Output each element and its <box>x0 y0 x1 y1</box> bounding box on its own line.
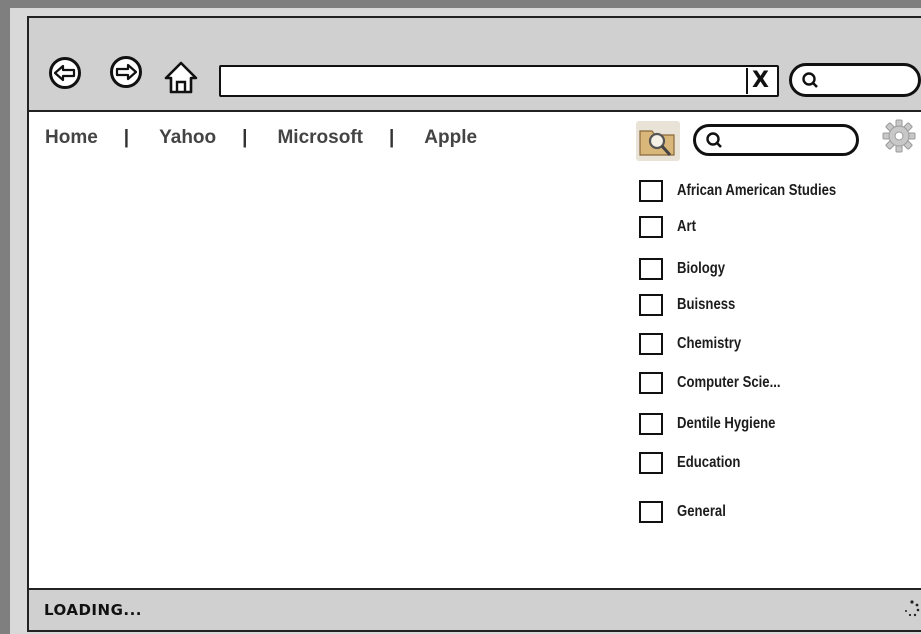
status-bar: LOADING... <box>29 588 921 630</box>
address-bar[interactable]: X <box>219 65 779 97</box>
nav-separator: | <box>123 127 130 148</box>
back-button[interactable] <box>49 57 81 89</box>
category-label: African American Studies <box>677 182 837 199</box>
search-icon <box>802 72 818 88</box>
category-label: Education <box>677 454 741 471</box>
status-text: LOADING... <box>44 601 142 619</box>
category-checkbox[interactable] <box>639 413 663 435</box>
nav-separator: | <box>242 127 248 148</box>
category-checkbox[interactable] <box>639 501 663 523</box>
category-label: Dentile Hygiene <box>677 415 776 432</box>
search-icon <box>706 132 722 148</box>
forward-button[interactable] <box>110 56 142 88</box>
category-checkbox[interactable] <box>639 372 663 394</box>
category-item[interactable]: Education <box>639 450 754 476</box>
category-item[interactable]: Dentile Hygiene <box>639 411 797 437</box>
category-item[interactable]: African American Studies <box>639 178 871 204</box>
category-search-field[interactable] <box>693 124 859 156</box>
category-checkbox[interactable] <box>639 294 663 316</box>
nav-link-microsoft[interactable]: Microsoft <box>277 127 363 149</box>
nav-link-apple[interactable]: Apple <box>424 127 477 149</box>
category-item[interactable]: Art <box>639 214 700 240</box>
category-label: General <box>677 503 726 520</box>
folder-search-icon[interactable] <box>636 121 680 161</box>
browser-window: X Home | Yahoo | Microsoft | Apple Afric… <box>27 16 921 632</box>
home-button[interactable] <box>163 59 199 95</box>
category-label: Art <box>677 218 696 235</box>
loading-spinner-icon <box>905 600 920 617</box>
category-checkbox[interactable] <box>639 333 663 355</box>
back-arrow-icon <box>54 64 76 82</box>
category-item[interactable]: General <box>639 499 737 525</box>
browser-search-field[interactable] <box>789 63 921 97</box>
category-label: Buisness <box>677 296 736 313</box>
category-item[interactable]: Buisness <box>639 292 748 318</box>
nav-link-home[interactable]: Home <box>45 127 98 149</box>
gear-icon[interactable] <box>881 118 917 154</box>
category-item[interactable]: Computer Scie... <box>639 370 803 396</box>
folder-search-icon-graphic <box>639 130 675 156</box>
category-checkbox[interactable] <box>639 180 663 202</box>
clear-url-button[interactable]: X <box>746 68 773 94</box>
forward-arrow-icon <box>115 63 137 81</box>
category-checkbox[interactable] <box>639 452 663 474</box>
nav-separator: | <box>388 127 395 148</box>
bookmarks-bar: Home | Yahoo | Microsoft | Apple <box>45 126 477 150</box>
home-icon <box>164 61 198 94</box>
category-label: Biology <box>677 260 726 277</box>
browser-toolbar: X <box>29 18 921 112</box>
category-label: Computer Scie... <box>677 374 781 391</box>
category-item[interactable]: Chemistry <box>639 331 755 357</box>
category-label: Chemistry <box>677 335 742 352</box>
nav-link-yahoo[interactable]: Yahoo <box>159 127 216 149</box>
category-item[interactable]: Biology <box>639 256 736 282</box>
category-checkbox[interactable] <box>639 258 663 280</box>
category-checkbox[interactable] <box>639 216 663 238</box>
